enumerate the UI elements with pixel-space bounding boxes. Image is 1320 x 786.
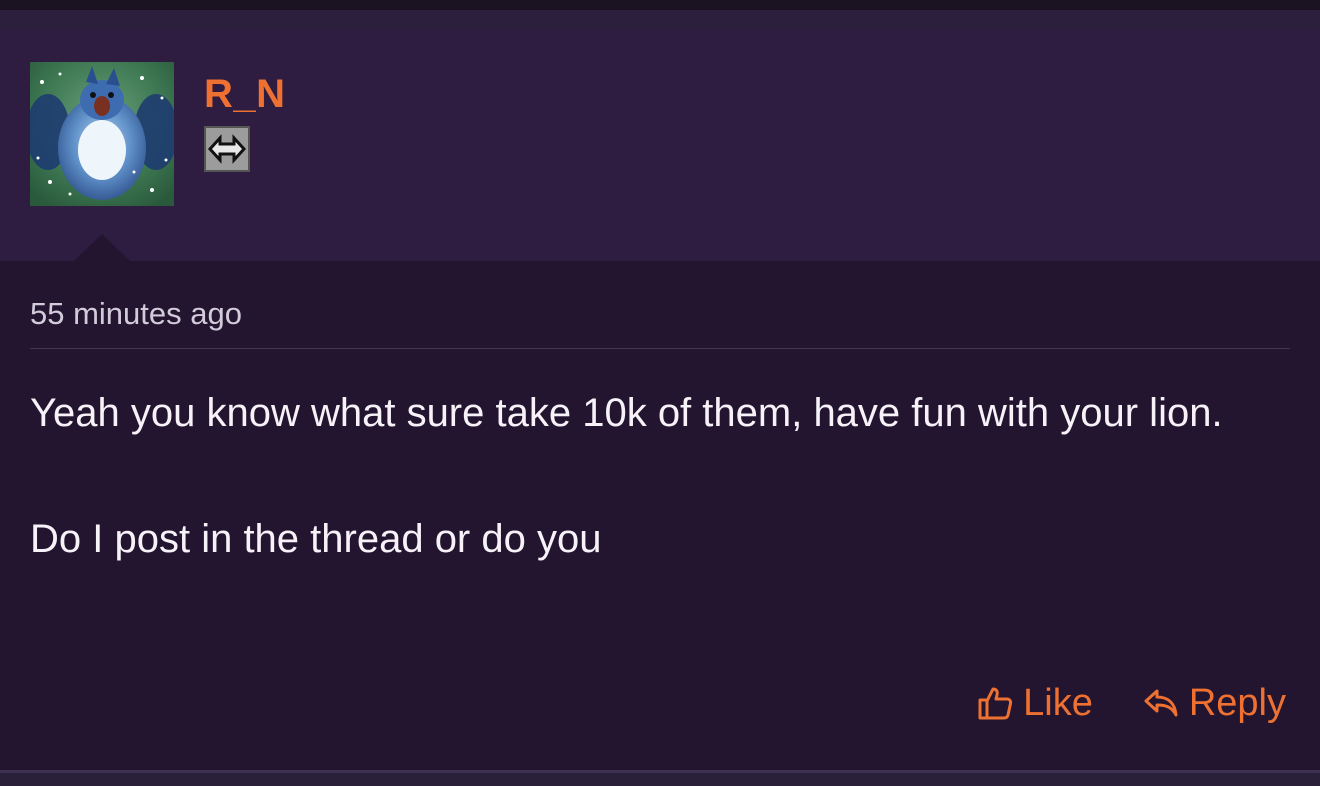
username[interactable]: R_N xyxy=(204,70,286,118)
divider xyxy=(30,348,1290,349)
message-paragraph: Yeah you know what sure take 10k of them… xyxy=(30,391,1223,435)
like-label: Like xyxy=(1023,682,1093,724)
bottom-border xyxy=(0,770,1320,773)
reply-label: Reply xyxy=(1188,682,1286,724)
reply-button[interactable]: Reply xyxy=(1143,678,1286,728)
post-pointer xyxy=(74,234,130,261)
post-header xyxy=(0,30,1320,261)
bird-avatar-image xyxy=(30,62,174,206)
post-actions: Like Reply xyxy=(977,678,1286,728)
avatar[interactable] xyxy=(30,62,174,206)
thumbs-up-icon xyxy=(978,687,1013,720)
post-page: R_N 55 minutes ago Yeah you know what su… xyxy=(0,0,1320,786)
timestamp[interactable]: 55 minutes ago xyxy=(30,292,242,336)
pixel-badge-icon xyxy=(204,126,250,172)
top-edge xyxy=(0,0,1320,10)
reply-arrow-icon xyxy=(1144,689,1178,717)
post-message: Yeah you know what sure take 10k of them… xyxy=(30,382,1292,571)
top-separator xyxy=(0,10,1320,30)
like-button[interactable]: Like xyxy=(977,678,1093,728)
message-paragraph: Do I post in the thread or do you xyxy=(30,517,602,561)
